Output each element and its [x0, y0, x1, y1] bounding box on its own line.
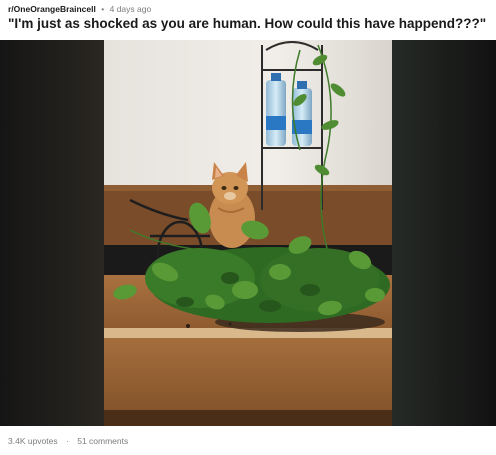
meta-separator: • [101, 4, 105, 14]
post-footer: 3.4K upvotes · 51 comments [8, 436, 128, 446]
subreddit-link[interactable]: r/OneOrangeBraincell [8, 4, 96, 14]
post-time: 4 days ago [109, 4, 152, 14]
photo [104, 40, 392, 426]
post-title[interactable]: "I'm just as shocked as you are human. H… [8, 16, 492, 31]
stats-separator: · [66, 436, 69, 446]
comment-count[interactable]: 51 comments [77, 436, 128, 446]
upvote-count[interactable]: 3.4K upvotes [8, 436, 58, 446]
post-image[interactable] [0, 40, 496, 426]
post-meta: r/OneOrangeBraincell • 4 days ago [8, 4, 151, 14]
